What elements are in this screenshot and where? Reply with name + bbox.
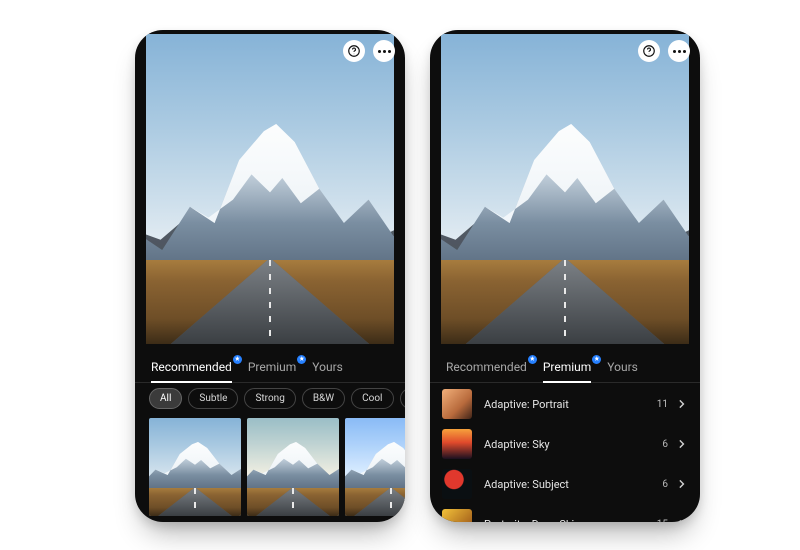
badge-new-icon: [297, 355, 306, 364]
premium-preset-list: Adaptive: Portrait 11 Adaptive: Sky 6 Ad…: [430, 384, 700, 522]
tab-label: Premium: [543, 360, 591, 374]
preset-thumb-icon: [442, 469, 472, 499]
preset-group[interactable]: Portraits: Deep Skin 15: [430, 504, 700, 522]
preset-thumbnail[interactable]: [345, 418, 405, 516]
chip-strong[interactable]: Strong: [244, 388, 295, 409]
phone-premium: Recommended Premium Yours Adaptive: Port…: [430, 30, 700, 522]
chevron-right-icon: [678, 519, 686, 522]
preset-count: 15: [657, 519, 668, 523]
chevron-right-icon: [678, 399, 686, 409]
preset-thumbnail[interactable]: [149, 418, 241, 516]
comparison-stage: Recommended Premium Yours All Subtle Str…: [0, 0, 800, 550]
tab-yours[interactable]: Yours: [607, 352, 638, 382]
preset-thumb-icon: [442, 509, 472, 522]
tab-label: Yours: [312, 360, 343, 374]
preset-tabs: Recommended Premium Yours: [430, 352, 700, 383]
tab-label: Premium: [248, 360, 296, 374]
preset-group[interactable]: Adaptive: Subject 6: [430, 464, 700, 504]
chevron-right-icon: [678, 439, 686, 449]
preset-name: Portraits: Deep Skin: [484, 518, 657, 523]
preset-thumbnail-row: [135, 418, 405, 516]
preset-group[interactable]: Adaptive: Sky 6: [430, 424, 700, 464]
preset-group[interactable]: Adaptive: Portrait 11: [430, 384, 700, 424]
filter-chip-row: All Subtle Strong B&W Cool Warm: [135, 388, 405, 409]
chip-cool[interactable]: Cool: [351, 388, 393, 409]
phone-recommended: Recommended Premium Yours All Subtle Str…: [135, 30, 405, 522]
photo-preview: [441, 34, 689, 344]
badge-new-icon: [233, 355, 242, 364]
tab-yours[interactable]: Yours: [312, 352, 343, 382]
preset-thumb-icon: [442, 429, 472, 459]
help-icon[interactable]: [638, 40, 660, 62]
tab-premium[interactable]: Premium: [248, 352, 296, 382]
photo-preview: [146, 34, 394, 344]
preset-count: 11: [657, 399, 668, 410]
chip-subtle[interactable]: Subtle: [188, 388, 238, 409]
chip-all[interactable]: All: [149, 388, 182, 409]
preset-count: 6: [662, 439, 668, 450]
chip-bw[interactable]: B&W: [302, 388, 345, 409]
tab-label: Recommended: [446, 360, 527, 374]
preset-tabs: Recommended Premium Yours: [135, 352, 405, 383]
preset-name: Adaptive: Subject: [484, 478, 662, 491]
badge-new-icon: [592, 355, 601, 364]
badge-new-icon: [528, 355, 537, 364]
preset-thumbnail[interactable]: [247, 418, 339, 516]
help-icon[interactable]: [343, 40, 365, 62]
tab-recommended[interactable]: Recommended: [151, 352, 232, 382]
chevron-right-icon: [678, 479, 686, 489]
preset-thumb-icon: [442, 389, 472, 419]
tab-label: Yours: [607, 360, 638, 374]
preset-name: Adaptive: Sky: [484, 438, 662, 451]
chip-warm[interactable]: Warm: [400, 388, 406, 409]
more-icon[interactable]: [373, 40, 395, 62]
more-icon[interactable]: [668, 40, 690, 62]
tab-label: Recommended: [151, 360, 232, 374]
preset-count: 6: [662, 479, 668, 490]
tab-recommended[interactable]: Recommended: [446, 352, 527, 382]
preset-name: Adaptive: Portrait: [484, 398, 657, 411]
tab-premium[interactable]: Premium: [543, 352, 591, 382]
